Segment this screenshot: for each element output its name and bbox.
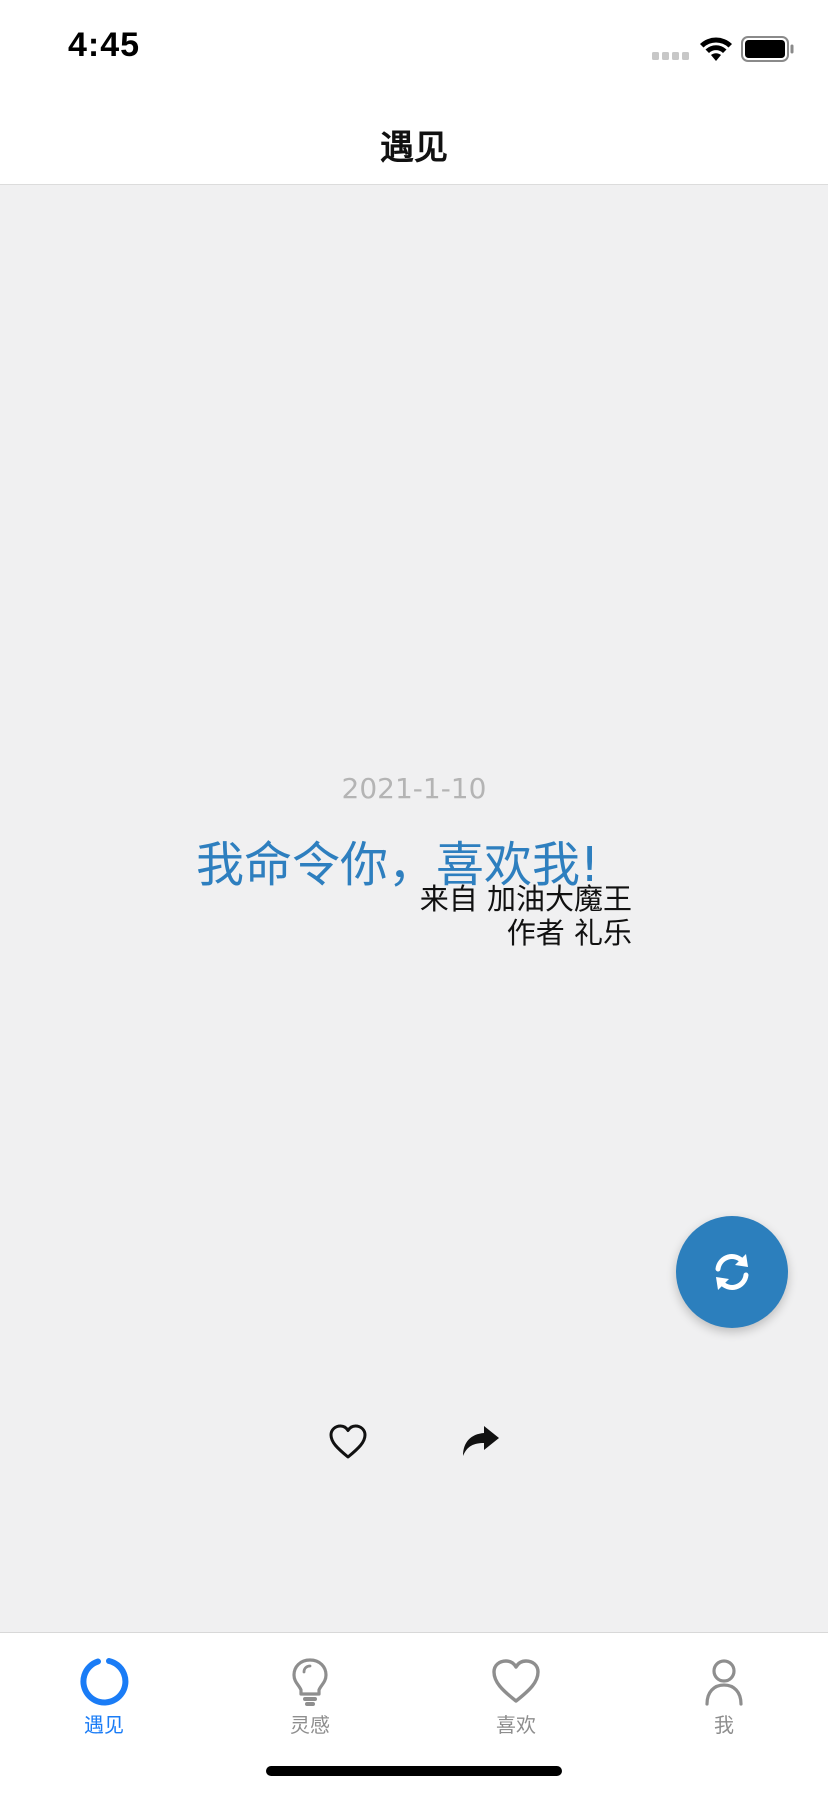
lightbulb-icon (292, 1658, 328, 1706)
tab-me[interactable]: 我 (654, 1657, 794, 1737)
battery-icon (741, 36, 794, 62)
navigation-bar: 遇见 (0, 96, 828, 185)
quote-author: 作者 礼乐 (506, 916, 632, 950)
refresh-button[interactable] (676, 1216, 788, 1328)
status-time: 4:45 (68, 26, 141, 64)
ring-icon (80, 1658, 129, 1706)
tab-encounter[interactable]: 遇见 (34, 1657, 174, 1737)
home-indicator (266, 1766, 562, 1776)
tab-inspiration[interactable]: 灵感 (240, 1657, 380, 1737)
like-button[interactable] (328, 1424, 368, 1460)
tab-label: 喜欢 (496, 1713, 536, 1737)
tab-label: 我 (714, 1713, 734, 1737)
heart-outline-icon (329, 1424, 367, 1459)
cellular-signal-icon (652, 52, 689, 60)
person-icon (705, 1659, 743, 1706)
quote-date: 2021-1-10 (341, 772, 487, 805)
page-title: 遇见 (380, 128, 448, 168)
status-bar: 4:45 (0, 0, 828, 96)
tab-label: 灵感 (290, 1713, 330, 1737)
wifi-icon (700, 37, 732, 61)
share-arrow-icon (463, 1426, 499, 1456)
tab-likes[interactable]: 喜欢 (446, 1657, 586, 1737)
share-button[interactable] (460, 1424, 500, 1460)
refresh-icon (715, 1254, 749, 1290)
heart-icon (492, 1659, 540, 1703)
tab-label: 遇见 (84, 1713, 124, 1737)
